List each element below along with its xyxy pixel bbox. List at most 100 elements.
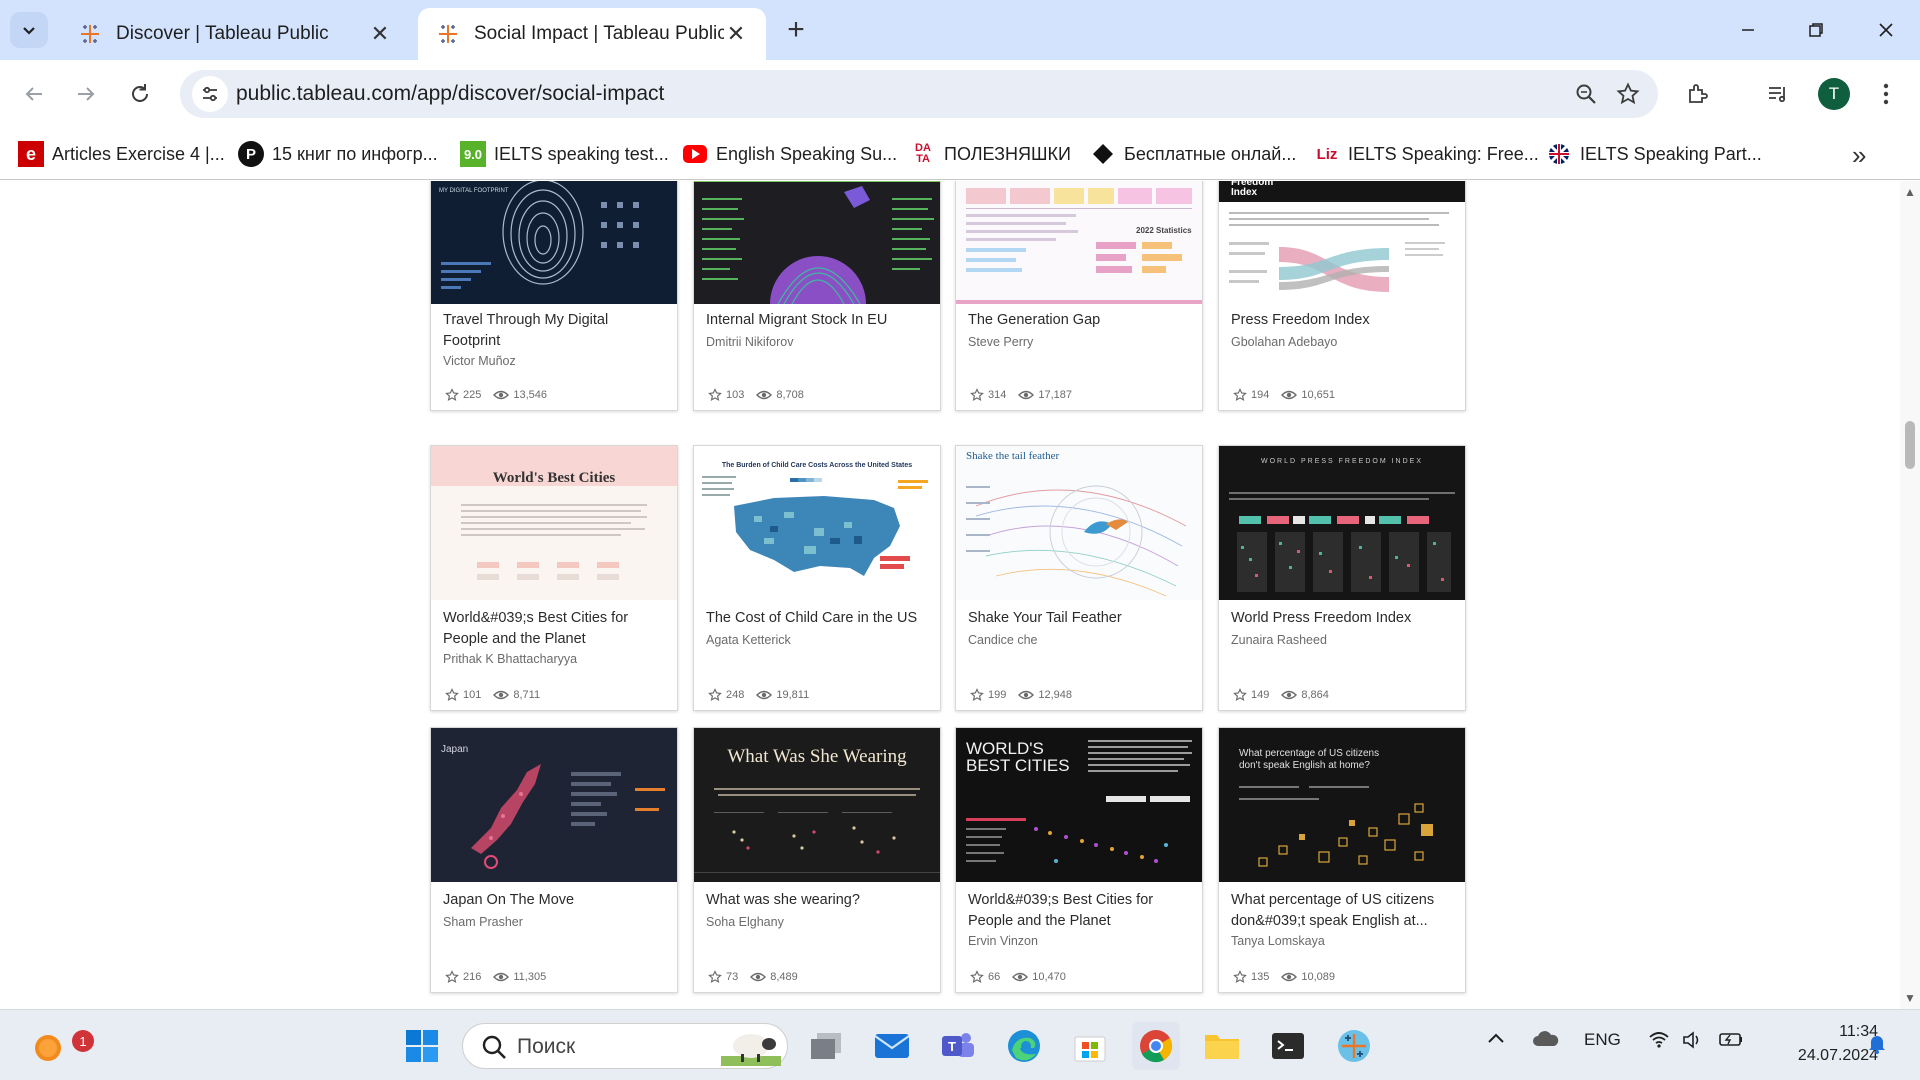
notifications-bell-icon[interactable] [1866, 1032, 1888, 1059]
bookmark-item[interactable]: Бесплатные онлай... [1090, 138, 1296, 170]
viz-title[interactable]: Internal Migrant Stock In EU [706, 310, 930, 331]
viz-thumbnail[interactable]: World's Best Cities [431, 446, 677, 600]
viz-card[interactable]: What percentage of US citizens don't spe… [1218, 727, 1466, 993]
viz-title[interactable]: World&#039;s Best Cities for People and … [968, 890, 1192, 932]
more-bookmarks-icon[interactable]: » [1852, 140, 1866, 171]
language-indicator[interactable]: ENG [1584, 1030, 1621, 1050]
close-tab-icon[interactable]: ✕ [724, 21, 748, 47]
star-icon[interactable] [708, 388, 722, 402]
viz-thumbnail[interactable]: Shake the tail feather [956, 446, 1202, 600]
viz-title[interactable]: Press Freedom Index [1231, 310, 1455, 331]
task-view-button[interactable] [802, 1022, 850, 1070]
viz-card[interactable]: WORLD'S BEST CITIES World&#039;s Best Ci… [955, 727, 1203, 993]
viz-author[interactable]: Sham Prasher [443, 915, 523, 929]
restore-button[interactable] [1782, 0, 1850, 60]
back-button[interactable] [14, 74, 54, 114]
extensions-icon[interactable] [1678, 74, 1718, 114]
viz-author[interactable]: Soha Elghany [706, 915, 784, 929]
viz-card[interactable]: MY DIGITAL FOOTPRINT Travel Through My D… [430, 181, 678, 411]
star-icon[interactable] [445, 970, 459, 984]
teams-app[interactable]: T [934, 1022, 982, 1070]
viz-card[interactable]: Shake the tail feather Shake Your Tail F… [955, 445, 1203, 711]
viz-thumbnail[interactable]: Japan [431, 728, 677, 882]
viz-author[interactable]: Ervin Vinzon [968, 934, 1038, 948]
store-app[interactable] [1066, 1022, 1114, 1070]
close-window-button[interactable] [1852, 0, 1920, 60]
page-scrollbar[interactable]: ▲ ▼ [1900, 181, 1920, 1009]
edge-app[interactable] [1000, 1022, 1048, 1070]
forward-button[interactable] [66, 74, 106, 114]
tab-search-button[interactable] [10, 12, 48, 48]
viz-thumbnail[interactable]: Freedom Index [1219, 181, 1465, 304]
viz-author[interactable]: Dmitrii Nikiforov [706, 335, 794, 349]
star-icon[interactable] [1233, 970, 1247, 984]
star-icon[interactable] [708, 688, 722, 702]
viz-author[interactable]: Steve Perry [968, 335, 1033, 349]
star-icon[interactable] [708, 970, 722, 984]
viz-author[interactable]: Gbolahan Adebayo [1231, 335, 1337, 349]
url-text[interactable]: public.tableau.com/app/discover/social-i… [236, 82, 664, 106]
taskbar-search[interactable]: Поиск [462, 1023, 788, 1069]
star-icon[interactable] [970, 688, 984, 702]
viz-title[interactable]: What was she wearing? [706, 890, 930, 911]
viz-card[interactable]: 2022 Statistics The Generation Gap Steve… [955, 181, 1203, 411]
menu-kebab-icon[interactable] [1866, 74, 1906, 114]
viz-thumbnail[interactable] [694, 181, 940, 304]
mail-app[interactable] [868, 1022, 916, 1070]
bookmark-item[interactable]: P 15 книг по инфогр... [238, 138, 438, 170]
chrome-app[interactable] [1132, 1022, 1180, 1070]
viz-thumbnail[interactable]: What percentage of US citizens don't spe… [1219, 728, 1465, 882]
star-icon[interactable] [445, 688, 459, 702]
bookmark-item[interactable]: Liz IELTS Speaking: Free... [1314, 138, 1539, 170]
viz-thumbnail[interactable]: The Burden of Child Care Costs Across th… [694, 446, 940, 600]
viz-card[interactable]: Freedom Index Press Freedom Index Gbolah… [1218, 181, 1466, 411]
terminal-app[interactable] [1264, 1022, 1312, 1070]
tab-discover[interactable]: Discover | Tableau Public ✕ [60, 8, 410, 60]
viz-author[interactable]: Candice che [968, 633, 1038, 647]
viz-card[interactable]: WORLD PRESS FREEDOM INDEX World Press Fr… [1218, 445, 1466, 711]
volume-icon[interactable] [1682, 1030, 1704, 1055]
start-button[interactable] [398, 1022, 446, 1070]
media-control-icon[interactable] [1758, 74, 1798, 114]
profile-avatar[interactable]: T [1818, 78, 1850, 110]
viz-title[interactable]: What percentage of US citizens don&#039;… [1231, 890, 1455, 932]
star-icon[interactable] [1233, 688, 1247, 702]
viz-title[interactable]: The Cost of Child Care in the US [706, 608, 930, 629]
new-tab-button[interactable]: + [778, 12, 814, 48]
star-icon[interactable] [970, 388, 984, 402]
tableau-app[interactable] [1330, 1022, 1378, 1070]
site-settings-icon[interactable] [192, 76, 228, 112]
viz-thumbnail[interactable]: WORLD PRESS FREEDOM INDEX [1219, 446, 1465, 600]
explorer-app[interactable] [1198, 1022, 1246, 1070]
viz-author[interactable]: Prithak K Bhattacharyya [443, 652, 577, 666]
viz-title[interactable]: The Generation Gap [968, 310, 1192, 331]
viz-author[interactable]: Agata Ketterick [706, 633, 791, 647]
show-hidden-icons[interactable] [1486, 1030, 1506, 1050]
viz-author[interactable]: Zunaira Rasheed [1231, 633, 1327, 647]
bookmark-item[interactable]: IELTS Speaking Part... [1546, 138, 1762, 170]
bookmark-item[interactable]: e Articles Exercise 4 |... [18, 138, 225, 170]
zoom-icon[interactable] [1570, 78, 1602, 110]
viz-author[interactable]: Victor Muñoz [443, 354, 516, 368]
viz-card[interactable]: Internal Migrant Stock In EU Dmitrii Nik… [693, 181, 941, 411]
viz-card[interactable]: Japan Japan On The Move Sham Prasher 216… [430, 727, 678, 993]
battery-icon[interactable] [1718, 1030, 1744, 1053]
bookmark-item[interactable]: 9.0 IELTS speaking test... [460, 138, 669, 170]
weather-widget[interactable]: 1 [24, 1022, 94, 1070]
viz-title[interactable]: Japan On The Move [443, 890, 667, 911]
viz-title[interactable]: Shake Your Tail Feather [968, 608, 1192, 629]
viz-title[interactable]: Travel Through My Digital Footprint [443, 310, 667, 352]
bookmark-item[interactable]: DA TA ПОЛЕЗНЯШКИ [910, 138, 1071, 170]
minimize-button[interactable] [1714, 0, 1782, 60]
viz-thumbnail[interactable]: WORLD'S BEST CITIES [956, 728, 1202, 882]
viz-thumbnail[interactable]: 2022 Statistics [956, 181, 1202, 304]
address-bar[interactable]: public.tableau.com/app/discover/social-i… [180, 70, 1658, 118]
star-icon[interactable] [445, 388, 459, 402]
close-tab-icon[interactable]: ✕ [368, 21, 392, 47]
scroll-up-icon[interactable]: ▲ [1904, 185, 1916, 199]
bookmark-star-icon[interactable] [1612, 78, 1644, 110]
reload-button[interactable] [120, 74, 160, 114]
viz-thumbnail[interactable]: What Was She Wearing [694, 728, 940, 882]
viz-title[interactable]: World Press Freedom Index [1231, 608, 1455, 629]
scroll-down-icon[interactable]: ▼ [1904, 991, 1916, 1005]
